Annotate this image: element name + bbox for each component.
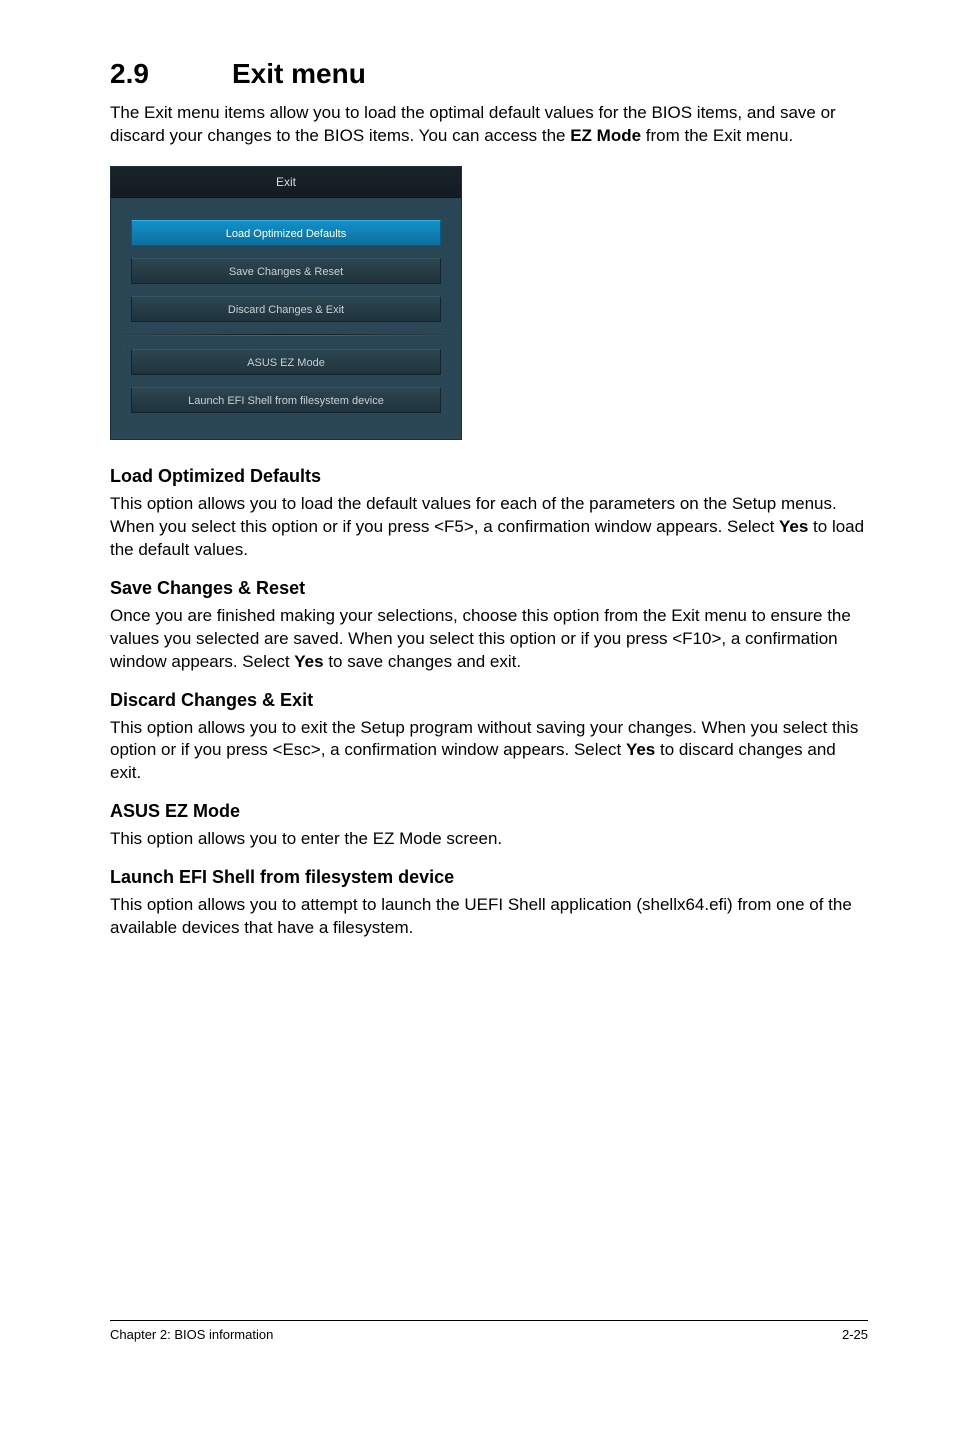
text-bold: Yes <box>779 517 808 536</box>
footer-left: Chapter 2: BIOS information <box>110 1327 273 1342</box>
paragraph-save-reset: Once you are finished making your select… <box>110 605 868 674</box>
heading-ez-mode: ASUS EZ Mode <box>110 801 868 822</box>
footer-right: 2-25 <box>842 1327 868 1342</box>
save-changes-reset-button[interactable]: Save Changes & Reset <box>131 258 441 284</box>
paragraph-discard-exit: This option allows you to exit the Setup… <box>110 717 868 786</box>
intro-text-post: from the Exit menu. <box>641 126 793 145</box>
section-title: Exit menu <box>232 58 366 89</box>
intro-paragraph: The Exit menu items allow you to load th… <box>110 102 868 148</box>
page-footer: Chapter 2: BIOS information 2-25 <box>110 1320 868 1342</box>
intro-text-bold: EZ Mode <box>570 126 641 145</box>
heading-discard-exit: Discard Changes & Exit <box>110 690 868 711</box>
heading-efi-shell: Launch EFI Shell from filesystem device <box>110 867 868 888</box>
text-bold: Yes <box>626 740 655 759</box>
paragraph-ez-mode: This option allows you to enter the EZ M… <box>110 828 868 851</box>
paragraph-efi-shell: This option allows you to attempt to lau… <box>110 894 868 940</box>
exit-menu-panel: Exit Load Optimized Defaults Save Change… <box>110 166 462 440</box>
section-heading: 2.9Exit menu <box>110 58 868 90</box>
text-bold: Yes <box>294 652 323 671</box>
text: to save changes and exit. <box>324 652 522 671</box>
divider <box>111 334 461 335</box>
heading-save-reset: Save Changes & Reset <box>110 578 868 599</box>
document-page: 2.9Exit menu The Exit menu items allow y… <box>0 0 954 1372</box>
section-number: 2.9 <box>110 58 232 90</box>
discard-changes-exit-button[interactable]: Discard Changes & Exit <box>131 296 441 322</box>
spacer <box>111 198 461 220</box>
heading-load-defaults: Load Optimized Defaults <box>110 466 868 487</box>
paragraph-load-defaults: This option allows you to load the defau… <box>110 493 868 562</box>
launch-efi-shell-button[interactable]: Launch EFI Shell from filesystem device <box>131 387 441 413</box>
load-optimized-defaults-button[interactable]: Load Optimized Defaults <box>131 220 441 246</box>
text: This option allows you to load the defau… <box>110 494 837 536</box>
exit-menu-title: Exit <box>111 167 461 198</box>
asus-ez-mode-button[interactable]: ASUS EZ Mode <box>131 349 441 375</box>
